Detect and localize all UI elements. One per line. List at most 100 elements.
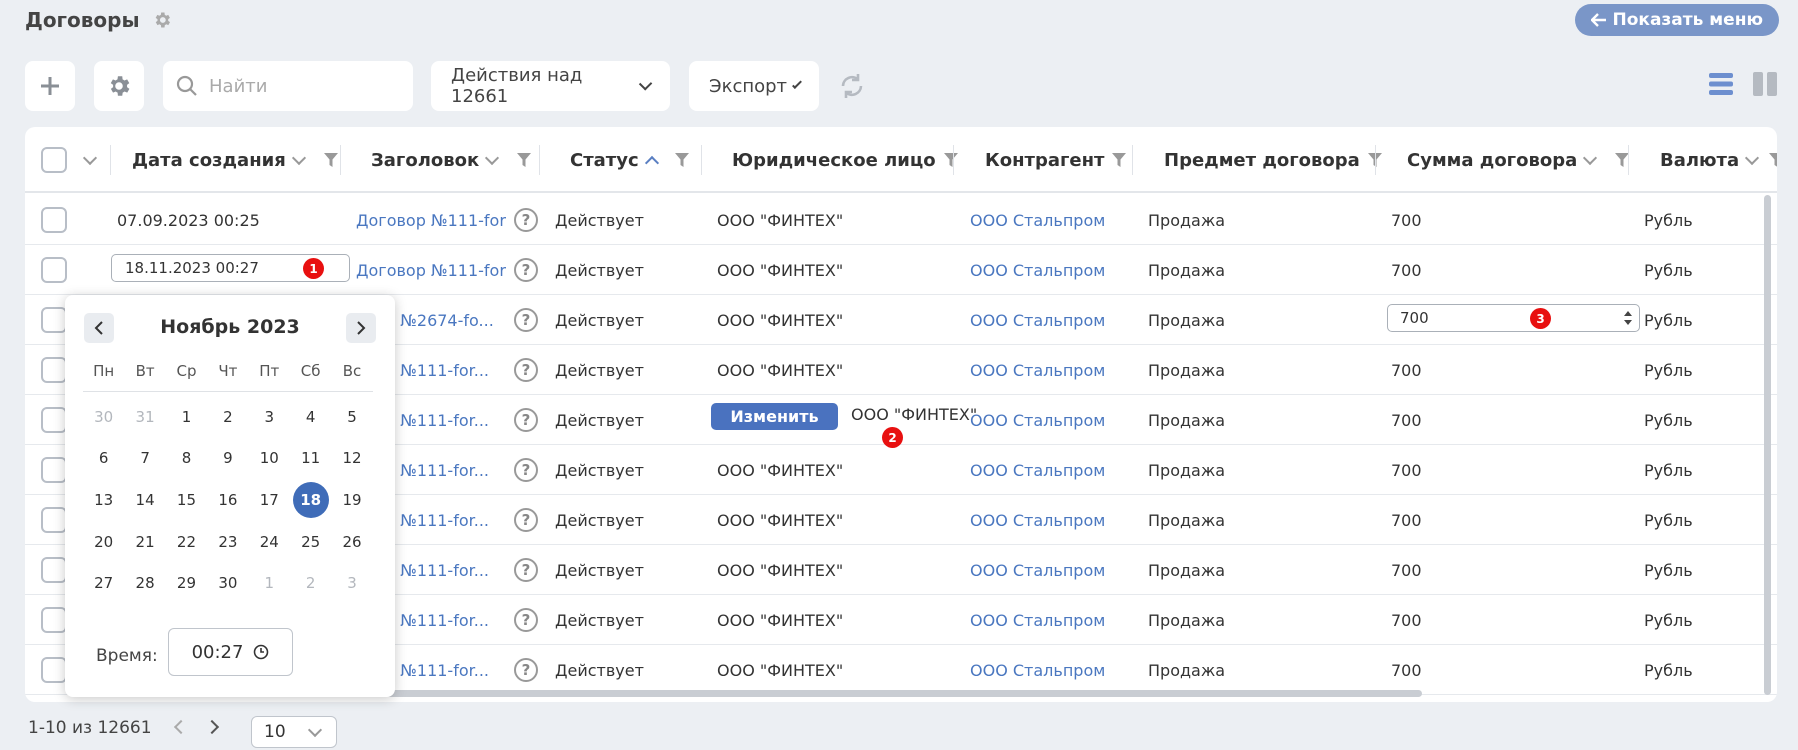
help-icon[interactable]: ? [514,658,538,682]
filter-icon[interactable] [517,153,532,167]
help-icon[interactable]: ? [514,408,538,432]
cell-counterparty-link[interactable]: ООО Стальпром [970,395,1105,445]
calendar-day[interactable]: 15 [166,479,207,521]
calendar-day[interactable]: 12 [331,438,372,480]
row-checkbox[interactable] [41,407,67,433]
cell-counterparty-link[interactable]: ООО Стальпром [970,245,1105,295]
calendar-day[interactable]: 3 [249,396,290,438]
table-row[interactable]: 07.09.2023 00:25 Договор №111-for...? Дейс… [25,195,1777,245]
calendar-day[interactable]: 22 [166,521,207,563]
calendar-day[interactable]: 29 [166,562,207,604]
calendar-day[interactable]: 3 [331,562,372,604]
col-header-status[interactable]: Статус [570,127,689,193]
row-checkbox[interactable] [41,507,67,533]
calendar-day[interactable]: 2 [207,396,248,438]
refresh-icon[interactable] [837,71,867,101]
change-button[interactable]: Изменить [711,403,838,430]
calendar-day[interactable]: 1 [249,562,290,604]
calendar-day[interactable]: 11 [290,438,331,480]
calendar-day[interactable]: 6 [83,438,124,480]
help-icon[interactable]: ? [514,558,538,582]
calendar-day[interactable]: 26 [331,521,372,563]
calendar-day[interactable]: 27 [83,562,124,604]
show-menu-button[interactable]: Показать меню [1574,4,1779,36]
prev-page-icon[interactable] [173,719,189,735]
calendar-day[interactable]: 24 [249,521,290,563]
calendar-day[interactable]: 9 [207,438,248,480]
filter-icon[interactable] [943,153,958,167]
help-icon[interactable]: ? [514,308,538,332]
calendar-day[interactable]: 18 [290,479,331,521]
help-icon[interactable]: ? [514,458,538,482]
col-header-title[interactable]: Заголовок [371,127,532,193]
col-header-amount[interactable]: Сумма договора [1407,127,1630,193]
help-icon[interactable]: ? [514,258,538,282]
calendar-day[interactable]: 31 [124,396,165,438]
col-header-counterparty[interactable]: Контрагент [985,127,1127,193]
calendar-day[interactable]: 17 [249,479,290,521]
cell-counterparty-link[interactable]: ООО Стальпром [970,295,1105,345]
time-input[interactable]: 00:27 [168,628,293,676]
row-checkbox[interactable] [41,457,67,483]
col-header-subject[interactable]: Предмет договора [1164,127,1382,193]
calendar-day[interactable]: 19 [331,479,372,521]
calendar-day[interactable]: 21 [124,521,165,563]
help-icon[interactable]: ? [514,508,538,532]
calendar-day[interactable]: 30 [83,396,124,438]
calendar-day[interactable]: 4 [290,396,331,438]
settings-button[interactable] [94,61,144,111]
selected-day[interactable]: 18 [292,481,329,518]
cell-title-link[interactable]: Договор №111-for... [356,195,506,245]
cell-title-link[interactable]: Договор №111-for... [356,245,506,295]
row-checkbox[interactable] [41,307,67,333]
cell-counterparty-link[interactable]: ООО Стальпром [970,195,1105,245]
help-icon[interactable]: ? [514,208,538,232]
calendar-day[interactable]: 14 [124,479,165,521]
row-checkbox[interactable] [41,557,67,583]
columns-view-icon[interactable] [1752,71,1778,97]
sort-asc-icon[interactable] [644,155,659,170]
filter-icon[interactable] [674,153,689,167]
col-header-date[interactable]: Дата создания [132,127,338,193]
row-checkbox[interactable] [41,207,67,233]
clock-icon[interactable] [253,644,269,660]
next-page-icon[interactable] [204,719,220,735]
row-checkbox[interactable] [41,357,67,383]
export-dropdown[interactable]: Экспорт [689,61,819,111]
help-icon[interactable]: ? [514,358,538,382]
row-checkbox[interactable] [41,607,67,633]
calendar-day[interactable]: 10 [249,438,290,480]
actions-dropdown[interactable]: Действия над 12661 [431,61,670,111]
help-icon[interactable]: ? [514,608,538,632]
row-checkbox[interactable] [41,257,67,283]
chevron-down-icon[interactable] [1745,150,1760,165]
chevron-down-icon[interactable] [1583,150,1598,165]
cell-counterparty-link[interactable]: ООО Стальпром [970,545,1105,595]
col-header-currency[interactable]: Валюта [1660,127,1777,193]
horizontal-scrollbar[interactable] [375,690,1422,697]
calendar-day[interactable]: 25 [290,521,331,563]
chevron-down-icon[interactable] [291,150,306,165]
calendar-day[interactable]: 20 [83,521,124,563]
cell-counterparty-link[interactable]: ООО Стальпром [970,595,1105,645]
calendar-day[interactable]: 2 [290,562,331,604]
spinner-icon[interactable] [1623,308,1633,328]
filter-icon[interactable] [1112,153,1127,167]
calendar-day[interactable]: 7 [124,438,165,480]
calendar-day[interactable]: 8 [166,438,207,480]
calendar-day[interactable]: 1 [166,396,207,438]
calendar-day[interactable]: 28 [124,562,165,604]
calendar-day[interactable]: 23 [207,521,248,563]
list-view-icon[interactable] [1708,71,1734,97]
chevron-down-icon[interactable] [82,150,98,165]
cell-counterparty-link[interactable]: ООО Стальпром [970,345,1105,395]
calendar-day[interactable]: 5 [331,396,372,438]
row-checkbox[interactable] [41,657,67,683]
gear-icon[interactable] [152,10,172,30]
cell-counterparty-link[interactable]: ООО Стальпром [970,645,1105,695]
amount-edit-input[interactable]: 700 [1387,304,1640,332]
add-button[interactable] [25,61,75,111]
cell-counterparty-link[interactable]: ООО Стальпром [970,495,1105,545]
search-input[interactable]: Найти [163,61,413,111]
calendar-day[interactable]: 16 [207,479,248,521]
